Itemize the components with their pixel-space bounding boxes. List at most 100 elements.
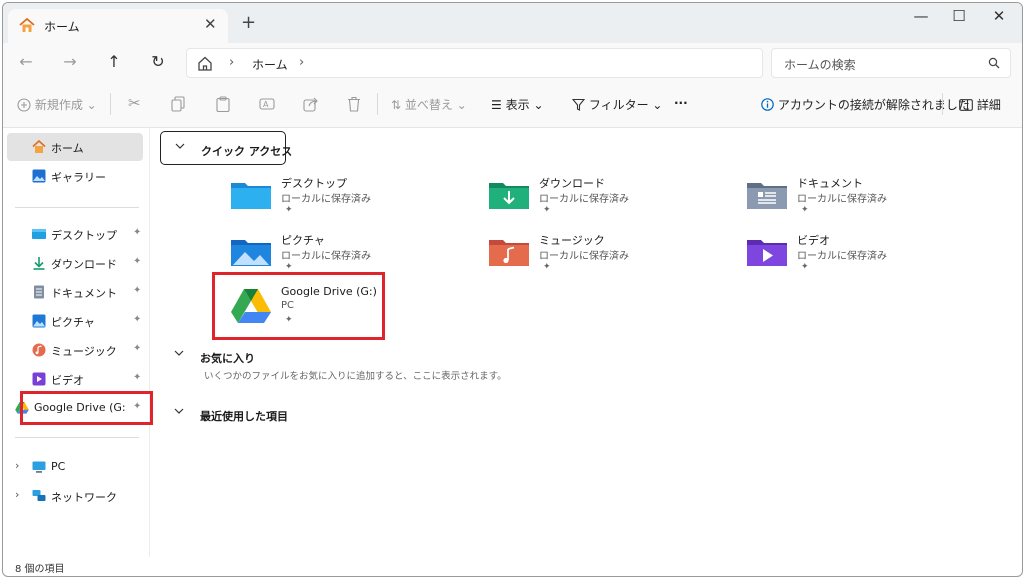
chevron-down-icon: ⌄ — [86, 98, 97, 112]
breadcrumb-expand[interactable]: › — [299, 55, 304, 70]
sidebar-item-pictures[interactable]: ピクチャ ✦ — [7, 307, 143, 335]
sidebar-item-videos[interactable]: ビデオ ✦ — [7, 365, 143, 393]
tab-home[interactable]: ホーム ✕ — [8, 9, 228, 43]
toolbar-divider — [110, 93, 111, 115]
command-bar: 新規作成 ⌄ ✂ A ⇅ 並べ替え ⌄ ☰ 表示 ⌄ フィルター ⌄ ··· ア… — [3, 83, 1022, 128]
chevron-down-icon: ⌄ — [533, 98, 544, 112]
sidebar-item-label: ダウンロード — [51, 258, 117, 271]
share-icon[interactable] — [303, 96, 319, 112]
item-count: 8 個の項目 — [15, 564, 65, 575]
pictures-folder-icon — [231, 240, 271, 266]
section-title: 最近使用した項目 — [200, 410, 288, 423]
sidebar-item-pc[interactable]: › PC — [7, 453, 143, 481]
account-notice[interactable]: アカウントの接続が解除されました — [761, 96, 970, 113]
toolbar-divider — [377, 93, 378, 115]
sidebar-item-label: ネットワーク — [51, 491, 117, 504]
close-window-button[interactable]: ✕ — [987, 7, 1011, 25]
plus-circle-icon — [17, 98, 31, 112]
toolbar-divider — [942, 93, 943, 115]
sidebar-item-label: ドキュメント — [51, 287, 117, 300]
maximize-button[interactable]: ☐ — [947, 7, 971, 25]
tile-subtitle: ローカルに保存済み — [281, 194, 371, 205]
sidebar-item-music[interactable]: ミュージック ✦ — [7, 336, 143, 364]
search-icon — [988, 57, 1000, 69]
sidebar-item-desktop[interactable]: デスクトップ ✦ — [7, 220, 143, 248]
tile-downloads[interactable]: ダウンロード ローカルに保存済み ✦ — [487, 175, 717, 225]
cut-icon[interactable]: ✂ — [128, 94, 141, 112]
back-button[interactable]: ← — [15, 52, 37, 71]
pc-icon — [32, 461, 46, 473]
file-explorer-window: ホーム ✕ + — ☐ ✕ ← → ↑ ↻ › ホーム › ホームの検索 新規作… — [2, 2, 1023, 577]
chevron-down-icon — [174, 408, 184, 414]
tile-videos[interactable]: ビデオ ローカルに保存済み ✦ — [745, 232, 975, 282]
pin-icon[interactable]: ✦ — [133, 256, 141, 267]
section-quick-access-header[interactable]: クイック アクセス — [160, 131, 292, 165]
sidebar-item-network[interactable]: › ネットワーク — [7, 482, 143, 510]
pin-icon[interactable]: ✦ — [133, 227, 141, 238]
sidebar-item-label: ギャラリー — [51, 171, 106, 184]
forward-button[interactable]: → — [59, 52, 81, 71]
tile-subtitle: ローカルに保存済み — [797, 251, 887, 262]
filter-button[interactable]: フィルター ⌄ — [571, 96, 662, 113]
pin-icon: ✦ — [543, 262, 551, 272]
new-tab-button[interactable]: + — [241, 14, 256, 32]
sidebar-item-label: デスクトップ — [51, 229, 117, 242]
gallery-icon — [32, 169, 46, 183]
tile-name: ドキュメント — [797, 177, 863, 190]
expand-chevron-icon[interactable]: › — [15, 459, 19, 472]
pin-icon[interactable]: ✦ — [133, 285, 141, 296]
paste-icon[interactable] — [216, 96, 230, 112]
breadcrumb-separator: › — [229, 55, 235, 70]
sidebar-item-gallery[interactable]: ギャラリー — [7, 162, 143, 190]
sidebar-item-downloads[interactable]: ダウンロード ✦ — [7, 249, 143, 277]
details-button[interactable]: 詳細 — [959, 96, 1001, 113]
pin-icon[interactable]: ✦ — [133, 372, 141, 383]
new-button[interactable]: 新規作成 ⌄ — [17, 96, 97, 113]
view-button[interactable]: ☰ 表示 ⌄ — [491, 96, 544, 113]
favorites-empty-message: いくつかのファイルをお気に入りに追加すると、ここに表示されます。 — [204, 371, 507, 382]
delete-icon[interactable] — [347, 96, 361, 112]
refresh-button[interactable]: ↻ — [147, 52, 169, 71]
pin-icon[interactable]: ✦ — [133, 343, 141, 354]
minimize-button[interactable]: — — [909, 7, 933, 25]
more-options-button[interactable]: ··· — [674, 96, 688, 110]
view-icon: ☰ — [491, 98, 502, 112]
pictures-icon — [32, 314, 46, 328]
sidebar-item-label: ピクチャ — [51, 316, 95, 329]
details-label: 詳細 — [976, 98, 1001, 112]
tile-desktop[interactable]: デスクトップ ローカルに保存済み ✦ — [229, 175, 459, 225]
section-title: クイック アクセス — [201, 145, 293, 158]
tile-music[interactable]: ミュージック ローカルに保存済み ✦ — [487, 232, 717, 282]
tile-subtitle: ローカルに保存済み — [797, 194, 887, 205]
chevron-down-icon: ⌄ — [456, 98, 467, 112]
document-icon — [34, 285, 44, 299]
highlight-box — [212, 272, 385, 340]
tile-documents[interactable]: ドキュメント ローカルに保存済み ✦ — [745, 175, 975, 225]
search-input[interactable]: ホームの検索 — [784, 56, 856, 73]
tab-close-icon[interactable]: ✕ — [204, 15, 217, 33]
expand-chevron-icon[interactable]: › — [15, 488, 19, 501]
desktop-folder-icon — [231, 183, 271, 209]
sort-button[interactable]: ⇅ 並べ替え ⌄ — [391, 96, 467, 113]
tile-name: ピクチャ — [281, 234, 325, 247]
search-box[interactable]: ホームの検索 — [771, 48, 1011, 78]
music-folder-icon — [489, 240, 529, 266]
home-outline-icon — [198, 56, 212, 71]
address-row: ← → ↑ ↻ › ホーム › ホームの検索 — [3, 43, 1022, 83]
status-bar: 8 個の項目 — [3, 557, 1022, 576]
breadcrumb-home[interactable]: ホーム — [252, 56, 288, 73]
filter-label: フィルター — [588, 98, 649, 112]
pin-icon: ✦ — [801, 205, 809, 215]
rename-icon[interactable]: A — [259, 96, 275, 112]
address-bar[interactable]: › ホーム › — [186, 48, 763, 78]
tile-name: ビデオ — [797, 234, 830, 247]
pin-icon[interactable]: ✦ — [133, 314, 141, 325]
sort-label: 並べ替え — [404, 98, 453, 112]
sidebar-item-home[interactable]: ホーム — [7, 133, 143, 161]
up-button[interactable]: ↑ — [103, 52, 125, 71]
sidebar-item-documents[interactable]: ドキュメント ✦ — [7, 278, 143, 306]
copy-icon[interactable] — [171, 96, 185, 112]
details-pane-icon — [959, 99, 973, 111]
view-label: 表示 — [505, 98, 530, 112]
title-bar: ホーム ✕ + — ☐ ✕ — [3, 3, 1022, 43]
